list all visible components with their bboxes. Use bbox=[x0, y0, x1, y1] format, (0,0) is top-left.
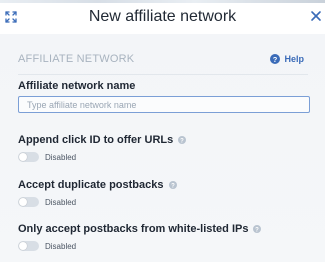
white-listed-ips-toggle[interactable] bbox=[18, 241, 39, 251]
info-icon[interactable]: ? bbox=[168, 181, 177, 189]
toggle-state-label: Disabled bbox=[45, 152, 77, 162]
field-label-text: Append click ID to offer URLs bbox=[18, 134, 174, 146]
append-click-id-label: Append click ID to offer URLs ? bbox=[18, 134, 187, 146]
toggle-knob bbox=[19, 153, 27, 161]
section-divider bbox=[18, 74, 308, 75]
toggle-knob bbox=[19, 242, 27, 250]
accept-duplicate-postbacks-toggle-row: Disabled bbox=[18, 197, 76, 207]
close-icon[interactable] bbox=[309, 8, 323, 24]
svg-text:?: ? bbox=[256, 227, 260, 233]
info-icon[interactable]: ? bbox=[178, 136, 187, 144]
white-listed-ips-toggle-row: Disabled bbox=[18, 241, 76, 251]
svg-text:?: ? bbox=[171, 183, 175, 189]
section-title: AFFILIATE NETWORK bbox=[18, 53, 135, 65]
new-affiliate-network-modal: New affiliate network AFFILIATE NETWORK … bbox=[0, 0, 325, 262]
question-circle-icon: ? bbox=[270, 54, 281, 64]
field-label-text: Only accept postbacks from white-listed … bbox=[18, 223, 249, 235]
affiliate-network-name-label: Affiliate network name bbox=[18, 80, 135, 92]
affiliate-network-name-input[interactable] bbox=[18, 96, 310, 113]
help-link[interactable]: ? Help bbox=[270, 52, 304, 66]
append-click-id-toggle-row: Disabled bbox=[18, 152, 76, 162]
field-label-text: Affiliate network name bbox=[18, 80, 136, 92]
toggle-state-label: Disabled bbox=[45, 197, 77, 207]
field-label-text: Accept duplicate postbacks bbox=[18, 179, 164, 191]
modal-body: AFFILIATE NETWORK ? Help Affiliate netwo… bbox=[0, 34, 325, 262]
svg-text:?: ? bbox=[273, 55, 278, 64]
help-label: Help bbox=[284, 54, 304, 64]
modal-title: New affiliate network bbox=[88, 8, 237, 25]
svg-text:?: ? bbox=[180, 138, 184, 144]
modal-header: New affiliate network bbox=[0, 3, 325, 34]
append-click-id-toggle[interactable] bbox=[18, 152, 39, 162]
accept-duplicate-postbacks-toggle[interactable] bbox=[18, 197, 39, 207]
toggle-state-label: Disabled bbox=[45, 241, 77, 251]
toggle-knob bbox=[19, 198, 27, 206]
info-icon[interactable]: ? bbox=[253, 225, 262, 233]
accept-duplicate-postbacks-label: Accept duplicate postbacks ? bbox=[18, 179, 177, 191]
white-listed-ips-label: Only accept postbacks from white-listed … bbox=[18, 223, 262, 235]
